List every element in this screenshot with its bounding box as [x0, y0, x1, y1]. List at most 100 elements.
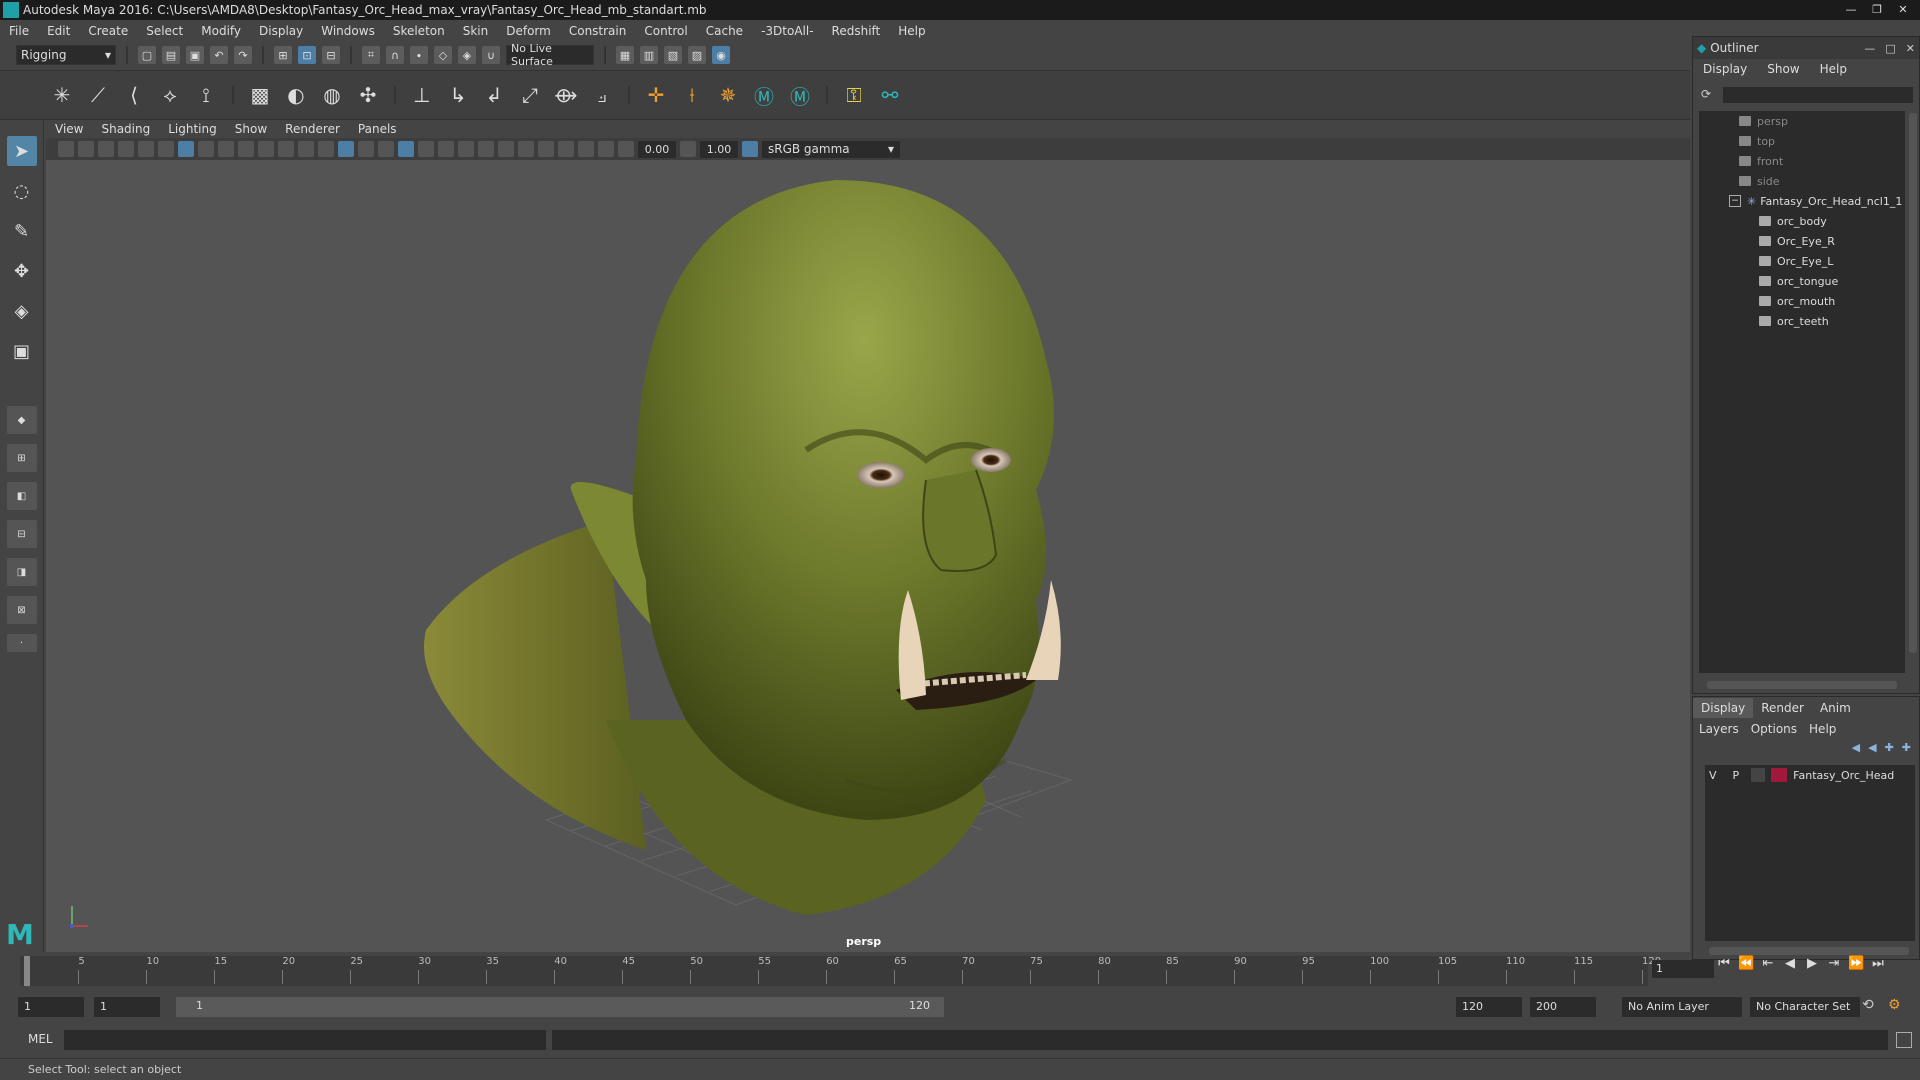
perspective-viewport[interactable]: persp [46, 160, 1690, 952]
layer-menu-layers[interactable]: Layers [1693, 722, 1745, 736]
orient-constraint-icon[interactable]: ↲ [480, 81, 508, 109]
outliner-menu-display[interactable]: Display [1693, 62, 1757, 76]
menu-skin[interactable]: Skin [454, 24, 498, 38]
screen-space-ao-icon[interactable] [458, 141, 474, 157]
live-surface-field[interactable]: No Live Surface [506, 42, 594, 68]
safe-title-icon[interactable] [298, 141, 314, 157]
film-gate-icon[interactable] [198, 141, 214, 157]
menu-redshift[interactable]: Redshift [823, 24, 890, 38]
gate-mask-icon[interactable] [238, 141, 254, 157]
menu-constrain[interactable]: Constrain [560, 24, 636, 38]
snap-curve-icon[interactable]: ∩ [386, 46, 404, 64]
menu-set-dropdown[interactable]: Rigging ▾ [16, 45, 116, 65]
exposure-field[interactable]: 0.00 [638, 140, 676, 158]
locator-icon[interactable]: ✛ [642, 81, 670, 109]
panel-menu-lighting[interactable]: Lighting [159, 122, 226, 136]
menu-create[interactable]: Create [79, 24, 137, 38]
menu-cache[interactable]: Cache [697, 24, 752, 38]
grid-toggle-icon[interactable] [178, 141, 194, 157]
time-slider-track[interactable]: 1510152025303540455055606570758085909510… [20, 956, 1661, 986]
color-management-icon[interactable] [742, 141, 758, 157]
select-object-icon[interactable]: ⊡ [298, 46, 316, 64]
blend-shape-icon[interactable]: ⚯ [876, 81, 904, 109]
new-scene-icon[interactable]: ▢ [138, 46, 156, 64]
outliner-item-orc-mouth[interactable]: orc_mouth [1699, 291, 1905, 311]
layer-visibility-toggle[interactable]: V [1709, 769, 1717, 782]
scale-constraint-icon[interactable]: ⤢ [516, 81, 544, 109]
playback-start-field[interactable]: 1 [94, 997, 160, 1017]
bind-skin-icon[interactable]: ▩ [246, 81, 274, 109]
tab-display[interactable]: Display [1693, 698, 1754, 718]
single-perspective-layout-icon[interactable]: ◆ [6, 406, 37, 434]
panel-menu-shading[interactable]: Shading [92, 122, 159, 136]
hypershade-icon[interactable]: ▨ [688, 46, 706, 64]
layer-menu-options[interactable]: Options [1745, 722, 1803, 736]
new-layer-selected-icon[interactable]: ✚ [1902, 741, 1911, 754]
menu-3dtoall[interactable]: -3DtoAll- [752, 24, 822, 38]
image-plane-icon[interactable] [118, 141, 134, 157]
current-time-marker[interactable] [24, 956, 30, 986]
refresh-icon[interactable]: ⟳ [1701, 87, 1711, 101]
character-subset-icon[interactable]: Ⓜ [786, 81, 814, 109]
command-input[interactable] [64, 1030, 546, 1050]
open-scene-icon[interactable]: ▤ [162, 46, 180, 64]
range-slider[interactable]: 1 120 [176, 997, 944, 1017]
select-hierarchy-icon[interactable]: ⊞ [274, 46, 292, 64]
persp-timeline-layout-icon[interactable]: ◨ [6, 558, 37, 586]
tab-render[interactable]: Render [1753, 698, 1812, 718]
command-language-label[interactable]: MEL [28, 1032, 53, 1046]
panel-menu-view[interactable]: View [46, 122, 92, 136]
collapse-toggle-icon[interactable]: − [1729, 195, 1741, 207]
shadows-icon[interactable] [438, 141, 454, 157]
outliner-menu-show[interactable]: Show [1757, 62, 1809, 76]
xray-joints-icon[interactable] [578, 141, 594, 157]
anim-layer-dropdown[interactable]: No Anim Layer [1622, 997, 1742, 1017]
use-all-lights-icon[interactable] [418, 141, 434, 157]
menu-skeleton[interactable]: Skeleton [384, 24, 454, 38]
animation-preferences-icon[interactable]: ⚙ [1888, 997, 1901, 1013]
select-tool-icon[interactable]: ➤ [6, 136, 37, 166]
hypershade-layout-icon[interactable]: ⊠ [6, 596, 37, 624]
outliner-item-side[interactable]: side [1699, 171, 1905, 191]
safe-action-icon[interactable] [278, 141, 294, 157]
exposure-icon[interactable] [618, 141, 634, 157]
outliner-item-persp[interactable]: persp [1699, 111, 1905, 131]
snap-surface-icon[interactable]: ◈ [458, 46, 476, 64]
smooth-shade-icon[interactable] [338, 141, 354, 157]
wireframe-on-shaded-icon[interactable] [378, 141, 394, 157]
playback-end-field[interactable]: 120 [1456, 997, 1522, 1017]
menu-edit[interactable]: Edit [38, 24, 79, 38]
layer-horizontal-scrollbar[interactable] [1709, 947, 1909, 955]
set-driven-key-icon[interactable]: ⚿ [840, 81, 868, 109]
render-view-icon[interactable]: ◉ [712, 46, 730, 64]
menu-file[interactable]: File [0, 24, 38, 38]
snap-grid-icon[interactable]: ⌗ [362, 46, 380, 64]
layer-menu-help[interactable]: Help [1803, 722, 1842, 736]
rotate-tool-icon[interactable]: ◈ [7, 296, 37, 326]
anti-aliasing-icon[interactable] [498, 141, 514, 157]
menu-modify[interactable]: Modify [192, 24, 250, 38]
menu-deform[interactable]: Deform [497, 24, 560, 38]
point-constraint-icon[interactable]: ⊥ [408, 81, 436, 109]
maximize-icon[interactable]: ❐ [1866, 1, 1888, 17]
parent-constraint-icon[interactable]: ⟴ [552, 81, 580, 109]
close-icon[interactable]: ✕ [1906, 42, 1915, 55]
persp-graph-layout-icon[interactable]: ⊟ [6, 520, 37, 548]
snap-view-icon[interactable]: ◇ [434, 46, 452, 64]
outliner-search-input[interactable] [1723, 87, 1913, 103]
menu-windows[interactable]: Windows [312, 24, 384, 38]
play-backwards-icon[interactable]: ◀ [1782, 956, 1798, 971]
character-set-dropdown[interactable]: No Character Set [1750, 997, 1860, 1017]
outliner-item-orc-body[interactable]: orc_body [1699, 211, 1905, 231]
depth-of-field-icon[interactable] [518, 141, 534, 157]
layer-display-type-toggle[interactable] [1751, 768, 1766, 782]
paint-weights-icon[interactable]: ◐ [282, 81, 310, 109]
move-layer-up-icon[interactable]: ◀ [1852, 741, 1860, 754]
cluster-icon[interactable]: ✣ [354, 81, 382, 109]
lasso-tool-icon[interactable]: ◌ [7, 176, 37, 206]
lattice-icon[interactable]: ◍ [318, 81, 346, 109]
outliner-item-orc-teeth[interactable]: orc_teeth [1699, 311, 1905, 331]
go-to-start-icon[interactable]: ⏮ [1716, 956, 1732, 971]
menu-control[interactable]: Control [635, 24, 696, 38]
outliner-item-top[interactable]: top [1699, 131, 1905, 151]
